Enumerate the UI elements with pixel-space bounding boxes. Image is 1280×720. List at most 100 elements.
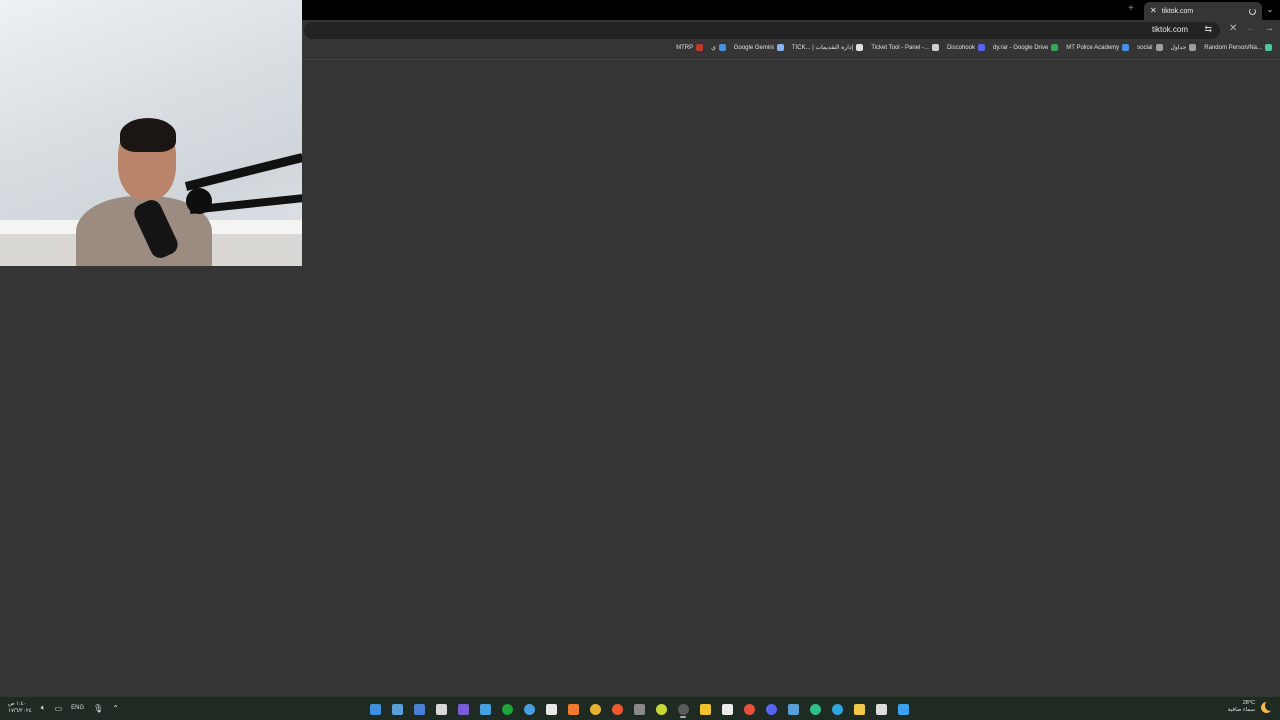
app-glyph-icon: [633, 703, 645, 715]
app-glyph-icon: [457, 703, 469, 715]
bookmark-item[interactable]: MT Police Academy: [1066, 44, 1130, 51]
bookmark-label: ي: [711, 45, 716, 51]
language-indicator[interactable]: ENG: [71, 705, 84, 711]
bookmark-favicon-icon: [856, 44, 864, 51]
tab-tiktok[interactable]: ✕ tiktok.com: [1144, 2, 1262, 20]
app-glyph-icon: [369, 703, 381, 715]
app-glyph-icon: [545, 703, 557, 715]
photos-icon[interactable]: [476, 700, 494, 718]
bookmark-item[interactable]: dy.rar - Google Drive: [993, 44, 1059, 51]
stop-loading-button[interactable]: ✕: [1229, 23, 1237, 34]
app-glyph-icon: [413, 703, 425, 715]
feather-icon[interactable]: [696, 700, 714, 718]
app-glyph-icon: [765, 703, 777, 715]
bookmark-label: Ticket Tool - Panel -...: [871, 44, 929, 51]
start-icon[interactable]: [894, 700, 912, 718]
weather-desc: سماء صافية: [1227, 707, 1255, 713]
telegram-icon[interactable]: [828, 700, 846, 718]
mic-arm-joint: [186, 188, 212, 214]
network-icon[interactable]: ▭: [55, 704, 63, 713]
moon-icon: [1261, 701, 1272, 713]
chrome-icon[interactable]: [586, 700, 604, 718]
bookmark-item[interactable]: Discohook: [947, 44, 985, 51]
clock-date: ١٧/٦/٢٠٢٤: [8, 708, 32, 714]
discord-icon[interactable]: [762, 700, 780, 718]
bookmark-label: MT Police Academy: [1066, 44, 1120, 51]
clock[interactable]: ١:٤٠ ص ١٧/٦/٢٠٢٤: [8, 701, 32, 715]
address-bar-url: tiktok.com: [1151, 25, 1188, 34]
tune-icon[interactable]: ⇆: [1204, 24, 1212, 35]
steam-icon[interactable]: [388, 700, 406, 718]
settings-icon[interactable]: [520, 700, 538, 718]
bookmark-favicon-icon: [696, 44, 704, 51]
system-tray: ١:٤٠ ص ١٧/٦/٢٠٢٤ 🔈︎ ▭ ENG 🎙︎ ⌃: [8, 701, 119, 715]
x-icon[interactable]: [630, 700, 648, 718]
app-glyph-icon: [611, 703, 623, 715]
app-glyph-icon: [677, 703, 689, 715]
app-glyph-icon: [699, 703, 711, 715]
file-explorer-icon[interactable]: [850, 700, 868, 718]
mic-boom-arm: [184, 153, 302, 191]
app-glyph-icon: [501, 703, 513, 715]
person-hair: [120, 118, 176, 152]
bookmarks-list: Random Person/Na... جداول social MT Police …: [676, 44, 1272, 51]
weather-temp: 28°C: [1242, 700, 1255, 706]
chevron-up-icon[interactable]: ⌃: [112, 704, 119, 713]
bookmark-favicon-icon: [1051, 44, 1059, 51]
address-bar[interactable]: tiktok.com ⇆: [304, 22, 1220, 39]
app-glyph-icon: [523, 703, 535, 715]
volume-icon[interactable]: 🔈︎: [41, 703, 46, 713]
bookmark-item[interactable]: جداول: [1171, 44, 1197, 51]
bookmark-item[interactable]: social: [1137, 44, 1163, 51]
bookmark-item[interactable]: ي: [711, 44, 726, 51]
calculator-icon[interactable]: [410, 700, 428, 718]
unity-icon[interactable]: [432, 700, 450, 718]
tab-close-icon[interactable]: ✕: [1150, 7, 1157, 15]
app-glyph-icon: [897, 703, 909, 715]
bookmark-favicon-icon: [1265, 44, 1272, 51]
app-glyph-icon: [435, 703, 447, 715]
bookmark-label: social: [1137, 44, 1153, 51]
obs-icon[interactable]: [674, 700, 692, 718]
bookmark-item[interactable]: Random Person/Na...: [1204, 44, 1272, 51]
brave-icon[interactable]: [608, 700, 626, 718]
forward-button[interactable]: →: [1264, 23, 1274, 34]
taskbar: ١:٤٠ ص ١٧/٦/٢٠٢٤ 🔈︎ ▭ ENG 🎙︎ ⌃ 28°C سماء…: [0, 696, 1280, 720]
weather-widget[interactable]: 28°C سماء صافية: [1228, 700, 1272, 714]
back-button[interactable]: ←: [1246, 23, 1256, 34]
new-tab-button[interactable]: +: [1128, 3, 1134, 14]
visual-studio-icon[interactable]: [454, 700, 472, 718]
bookmark-label: جداول: [1170, 45, 1187, 51]
app-glyph-icon: [875, 703, 887, 715]
app-glyph-icon: [589, 703, 601, 715]
bookmark-item[interactable]: Ticket Tool - Panel -...: [871, 44, 939, 51]
app-glyph-icon: [479, 703, 491, 715]
snipping-tool-icon[interactable]: [366, 700, 384, 718]
taskbar-apps: [366, 700, 912, 718]
chrome-profile-icon[interactable]: [740, 700, 758, 718]
bookmark-favicon-icon: [1122, 44, 1130, 51]
bookmark-label: Random Person/Na...: [1204, 44, 1262, 51]
bookmark-item[interactable]: TICK... | إدارة التقديمات: [792, 44, 864, 51]
clock-time: ١:٤٠ ص: [8, 701, 27, 707]
xbox-icon[interactable]: [498, 700, 516, 718]
webcam-overlay: [0, 0, 302, 266]
search-icon[interactable]: [872, 700, 890, 718]
app-glyph-icon: [567, 703, 579, 715]
microphone-icon[interactable]: 🎙︎: [93, 704, 103, 713]
bookmark-item[interactable]: MTRP: [676, 44, 704, 51]
app-glyph-icon: [809, 703, 821, 715]
tab-search-button[interactable]: ⌄: [1264, 2, 1276, 18]
bookmark-item[interactable]: Google Gemini: [734, 44, 784, 51]
xampp-icon[interactable]: [564, 700, 582, 718]
bookmark-favicon-icon: [977, 44, 985, 51]
app-glyph-icon: [391, 703, 403, 715]
edge-icon[interactable]: [806, 700, 824, 718]
app-glyph-icon: [655, 703, 667, 715]
calendar-icon[interactable]: [718, 700, 736, 718]
tennis-ball-icon[interactable]: [652, 700, 670, 718]
app-glyph-icon: [853, 703, 865, 715]
loading-spinner-icon: [1249, 7, 1256, 15]
steam-alt-icon[interactable]: [784, 700, 802, 718]
capcut-icon[interactable]: [542, 700, 560, 718]
